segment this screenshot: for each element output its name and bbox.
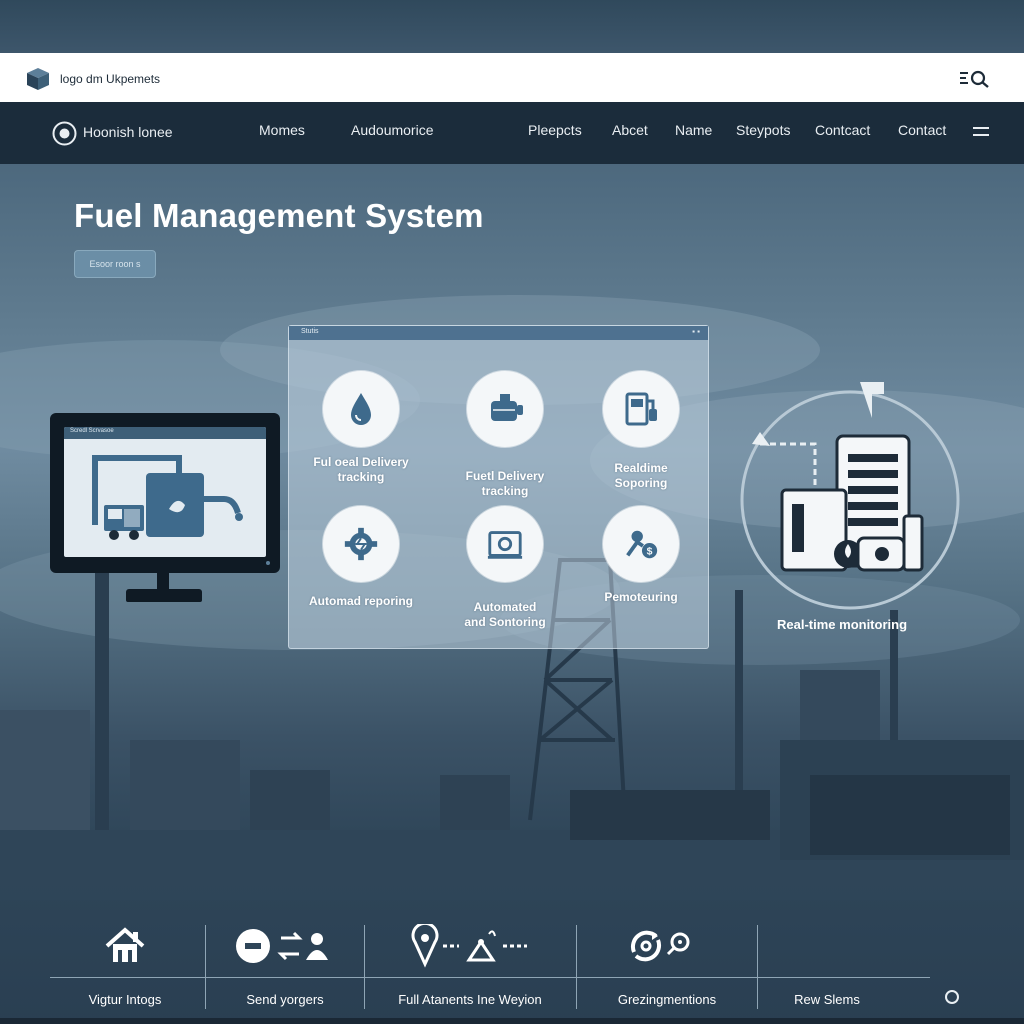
gear-icon[interactable] bbox=[323, 506, 399, 582]
feature-label: Pemoteuring bbox=[604, 590, 678, 604]
home-icon bbox=[105, 927, 145, 962]
feature-label: Fuetl Delivery tracking bbox=[465, 469, 545, 498]
brand-ring-icon bbox=[52, 121, 77, 146]
search-icon[interactable] bbox=[958, 67, 992, 89]
fuel-pump-icon[interactable] bbox=[603, 371, 679, 447]
bottom-edge bbox=[0, 1018, 1024, 1024]
monitor-screen: Scredl Scrvasoe bbox=[64, 427, 266, 557]
panel-titlebar-label: Stutis bbox=[301, 328, 319, 335]
monitor-topbar-text: Scredl Scrvasoe bbox=[70, 428, 114, 434]
nav-link-contact-2[interactable]: Contact bbox=[898, 122, 946, 138]
bottom-item-label: Vigtur Intogs bbox=[88, 992, 162, 1007]
circle-indicator-icon[interactable] bbox=[945, 990, 959, 1004]
monitor-topbar: Scredl Scrvasoe bbox=[64, 427, 266, 439]
realtime-monitoring-graphic bbox=[740, 382, 960, 610]
monitor-power-led bbox=[266, 561, 270, 565]
feature-label: Automated and Sontoring bbox=[464, 600, 546, 629]
nav-link-about[interactable]: Abcet bbox=[612, 122, 648, 138]
nav-link-contact-1[interactable]: Contcact bbox=[815, 122, 870, 138]
refresh-search-icon bbox=[630, 930, 690, 962]
fuel-tank-icon[interactable] bbox=[467, 371, 543, 447]
feature-delivery-tracking-2[interactable]: Fuetl Delivery tracking bbox=[430, 371, 580, 499]
hamburger-menu-icon[interactable] bbox=[972, 126, 990, 138]
feature-label: Ful oeal Delivery tracking bbox=[313, 455, 409, 484]
monitor-base bbox=[126, 589, 202, 602]
bottom-item-full-atanents[interactable]: Full Atanents Ine Weyion bbox=[370, 920, 570, 1020]
bottom-separator bbox=[364, 925, 365, 1009]
realtime-monitoring-label: Real-time monitoring bbox=[777, 617, 908, 632]
payment-icon[interactable]: $ bbox=[603, 506, 679, 582]
nav-link-support[interactable]: Steypots bbox=[736, 122, 790, 138]
route-icon bbox=[411, 924, 527, 968]
nav-link-name[interactable]: Name bbox=[675, 122, 712, 138]
camera-icon[interactable] bbox=[467, 506, 543, 582]
panel-window-controls[interactable]: ▪ ▪ bbox=[692, 327, 700, 336]
feature-payment-monitoring[interactable]: $ Pemoteuring bbox=[566, 506, 716, 605]
bottom-separator bbox=[205, 925, 206, 1009]
top-strip bbox=[0, 0, 1024, 53]
bottom-item-send-yorgers[interactable]: Send yorgers bbox=[210, 920, 360, 1020]
logo-text: logo dm Ukpemets bbox=[60, 72, 161, 86]
logo-bar: logo dm Ukpemets bbox=[0, 53, 1024, 102]
feature-automated-reporting[interactable]: Automad reporing bbox=[286, 506, 436, 609]
page-title: Fuel Management System bbox=[74, 197, 484, 234]
nav-link-products[interactable]: Pleepcts bbox=[528, 122, 582, 138]
monitor-illustration: Scredl Scrvasoe bbox=[50, 413, 280, 573]
fuel-truck-icon bbox=[92, 455, 243, 540]
bottom-item-grezingmentions[interactable]: Grezingmentions bbox=[582, 920, 752, 1020]
panel-titlebar: Stutis ▪ ▪ bbox=[289, 326, 708, 340]
feature-label: Automad reporing bbox=[309, 594, 413, 608]
bottom-item-rew-slems[interactable]: Rew Slems bbox=[762, 920, 892, 1020]
feature-automated-monitoring[interactable]: Automated and Sontoring bbox=[430, 506, 580, 630]
bottom-item-label: Send yorgers bbox=[246, 992, 324, 1007]
bottom-item-label: Rew Slems bbox=[794, 992, 860, 1007]
transfer-icon bbox=[236, 929, 328, 963]
svg-text:$: $ bbox=[647, 546, 653, 557]
bottom-item-label: Full Atanents Ine Weyion bbox=[398, 992, 542, 1007]
feature-label: Realdime Soporing bbox=[614, 461, 668, 490]
feature-delivery-tracking-1[interactable]: Ful oeal Delivery tracking bbox=[286, 371, 436, 485]
bottom-separator bbox=[576, 925, 577, 1009]
cube-logo-icon bbox=[27, 68, 49, 90]
hero-cta-button[interactable]: Esoor roon s bbox=[74, 250, 156, 278]
fuel-drop-icon[interactable] bbox=[323, 371, 399, 447]
bottom-item-label: Grezingmentions bbox=[617, 992, 717, 1007]
features-panel: Stutis ▪ ▪ Ful oeal Delivery tracking Fue… bbox=[288, 325, 709, 649]
main-nav: Hoonish lonee Momes Audoumorice Pleepcts… bbox=[0, 102, 1024, 164]
bottom-separator bbox=[757, 925, 758, 1009]
bottom-item-visitor-intogs[interactable]: Vigtur Intogs bbox=[50, 920, 200, 1020]
brand-name[interactable]: Hoonish lonee bbox=[83, 124, 173, 140]
nav-link-home[interactable]: Momes bbox=[259, 122, 305, 138]
nav-link-automation[interactable]: Audoumorice bbox=[351, 122, 434, 138]
feature-realtime-reporting[interactable]: Realdime Soporing bbox=[566, 371, 716, 491]
